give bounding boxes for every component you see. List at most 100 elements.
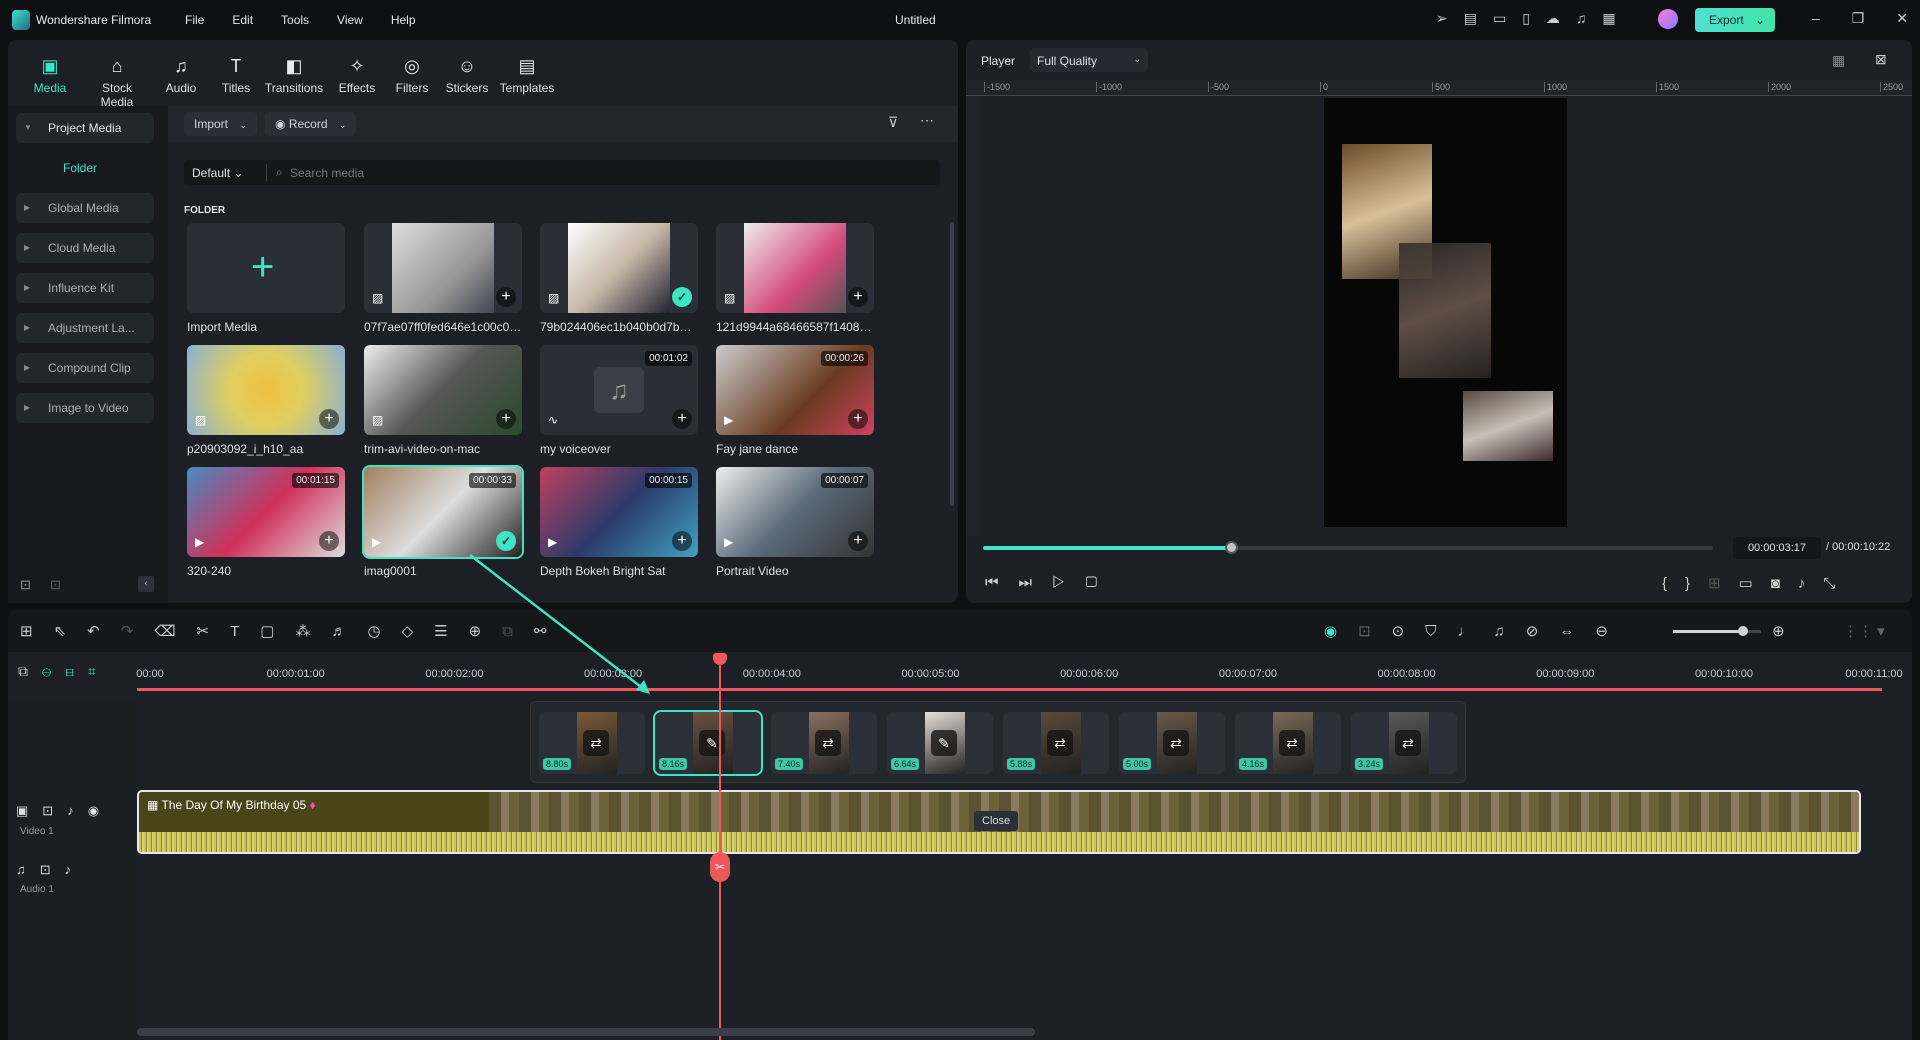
sort-dropdown[interactable]: Default ⌄ (192, 166, 243, 180)
media-tile[interactable]: ▨ ✓ (540, 223, 698, 313)
speed-icon[interactable]: ◷ (367, 623, 401, 640)
media-tile[interactable]: ♫ 00:01:02 ∿ + (540, 345, 698, 435)
lock-icon[interactable]: ⊡ (42, 803, 67, 818)
next-frame-icon[interactable]: ⏭ (1019, 574, 1053, 591)
sidebar-folder[interactable]: Folder (63, 161, 97, 175)
layout-icon[interactable]: ⊞ (20, 623, 54, 640)
mic-icon[interactable]: ♩ (1458, 623, 1494, 640)
text-icon[interactable]: T (230, 623, 260, 640)
color-icon[interactable]: ⁂ (295, 623, 331, 640)
restore-icon[interactable]: ❐ (1852, 10, 1865, 27)
popup-clip[interactable]: ⇄ 7.40s (771, 712, 877, 774)
sidebar-item[interactable]: ▶ Cloud Media (16, 233, 154, 263)
keyframe-icon[interactable]: ◇ (402, 623, 435, 640)
sidebar-item[interactable]: ▶ Compound Clip (16, 353, 154, 383)
delete-icon[interactable]: ⌫ (154, 623, 196, 640)
media-tile[interactable]: 00:00:07 ▶ + (716, 467, 874, 557)
popup-clip[interactable]: ⇄ 4.16s (1235, 712, 1341, 774)
layout-icon[interactable]: ▭ (1493, 10, 1522, 26)
minimize-icon[interactable]: – (1812, 10, 1820, 27)
add-to-timeline-icon[interactable]: + (496, 287, 516, 307)
import-media-tile[interactable]: + (187, 223, 345, 313)
send-icon[interactable]: ➢ (1436, 10, 1464, 26)
more-icon[interactable]: ⋯ (920, 112, 934, 129)
add-track-icon[interactable]: ⧉ (18, 663, 42, 679)
tab-titles[interactable]: T Titles (204, 56, 268, 95)
collapse-sidebar-button[interactable]: ‹ (138, 576, 154, 592)
timeline-ruler-range[interactable] (137, 688, 1882, 691)
lock-icon[interactable]: ⊡ (40, 862, 65, 877)
add-to-timeline-icon[interactable]: + (319, 409, 339, 429)
add-to-timeline-icon[interactable]: + (672, 409, 692, 429)
play-icon[interactable]: ▷ (1052, 574, 1085, 591)
replace-icon[interactable]: ⇄ (1395, 730, 1421, 756)
select-icon[interactable]: ⇖ (54, 623, 88, 640)
current-time[interactable]: 00:00:03:17 (1733, 537, 1821, 559)
export-button[interactable]: Export ⌄ (1695, 8, 1775, 32)
popup-clip[interactable]: ⇄ 8.80s (539, 712, 645, 774)
tab-templates[interactable]: ▤ Templates (495, 56, 559, 95)
menu-edit[interactable]: Edit (232, 13, 253, 27)
sidebar-item[interactable]: ▶ Influence Kit (16, 273, 154, 303)
cloud-icon[interactable]: ☁ (1546, 10, 1576, 26)
stop-icon[interactable]: ▢ (1085, 574, 1117, 591)
menu-view[interactable]: View (337, 13, 363, 27)
add-to-timeline-icon[interactable]: + (319, 531, 339, 551)
display-icon[interactable]: ▭ (1739, 575, 1771, 592)
zoom-slider[interactable] (1673, 626, 1761, 636)
support-icon[interactable]: ♫ (1576, 10, 1603, 26)
add-to-timeline-icon[interactable]: + (848, 409, 868, 429)
mute-icon[interactable]: ♪ (67, 803, 88, 818)
new-folder-icon[interactable]: ⊡ (20, 577, 31, 593)
popup-clip[interactable]: ⇄ 5.00s (1119, 712, 1225, 774)
edit-icon[interactable]: ✎ (699, 730, 725, 756)
add-to-timeline-icon[interactable]: + (848, 287, 868, 307)
media-tile[interactable]: ▨ + (364, 345, 522, 435)
volume-icon[interactable]: ♪ (1798, 575, 1824, 592)
marker-icon[interactable]: ⛉ (1425, 623, 1457, 640)
zoom-in-icon[interactable]: ⊕ (1772, 622, 1785, 640)
fit-icon[interactable]: ⇔ (1559, 623, 1595, 640)
filter-icon[interactable]: ⊽ (888, 114, 898, 131)
media-tile[interactable]: 00:00:33 ▶ ✓ (362, 465, 524, 559)
mark-out-icon[interactable]: } (1685, 575, 1708, 592)
sidebar-item[interactable]: ▶ Adjustment La... (16, 313, 154, 343)
grid-view-icon[interactable]: ▦ (1832, 52, 1845, 69)
crop-icon[interactable]: ▢ (260, 623, 295, 640)
fullscreen-icon[interactable]: ⤡ (1823, 575, 1853, 592)
insert-icon[interactable]: ⊞ (1708, 575, 1739, 592)
replace-icon[interactable]: ⇄ (1163, 730, 1189, 756)
split-scissors-icon[interactable]: ✂ (710, 852, 730, 882)
mark-in-icon[interactable]: { (1662, 575, 1685, 592)
playhead[interactable] (719, 660, 721, 1040)
sidebar-item[interactable]: ▶ Global Media (16, 193, 154, 223)
video-preview[interactable] (1324, 98, 1567, 527)
snapshot-icon[interactable]: ◙ (1771, 575, 1798, 592)
snap-icon[interactable]: ⌗ (88, 663, 110, 679)
add-to-timeline-icon[interactable]: + (496, 409, 516, 429)
audio-mix-icon[interactable]: ♫ (1494, 623, 1526, 640)
render-icon[interactable]: ⊙ (1392, 623, 1426, 640)
folder-icon[interactable]: ⊡ (50, 577, 61, 593)
media-tile[interactable]: 00:00:26 ▶ + (716, 345, 874, 435)
search-input[interactable] (290, 163, 790, 182)
tab-stock-media[interactable]: ⌂ Stock Media (85, 56, 149, 109)
menu-tools[interactable]: Tools (281, 13, 309, 27)
popup-clip[interactable]: ⇄ 5.88s (1003, 712, 1109, 774)
replace-icon[interactable]: ⊘ (1526, 623, 1560, 640)
tab-transitions[interactable]: ◧ Transitions (262, 56, 326, 95)
add-to-timeline-icon[interactable]: + (848, 531, 868, 551)
media-tile[interactable]: 00:00:15 ▶ + (540, 467, 698, 557)
save-icon[interactable]: ▯ (1522, 10, 1546, 26)
tab-stickers[interactable]: ☺ Stickers (435, 56, 499, 95)
close-icon[interactable]: ✕ (1896, 10, 1908, 27)
media-tile[interactable]: 00:01:15 ▶ + (187, 467, 345, 557)
sidebar-item[interactable]: ▶ Image to Video (16, 393, 154, 423)
record-button[interactable]: ◉ Record ⌄ (265, 112, 357, 136)
sidebar-project-media[interactable]: ▼ Project Media (16, 113, 154, 143)
apps-icon[interactable]: ▦ (1602, 10, 1631, 26)
quality-dropdown[interactable]: Full Quality ⌄ (1030, 48, 1148, 72)
mute-icon[interactable]: ♪ (65, 862, 86, 877)
replace-icon[interactable]: ⇄ (1279, 730, 1305, 756)
edit-icon[interactable]: ✎ (931, 730, 957, 756)
